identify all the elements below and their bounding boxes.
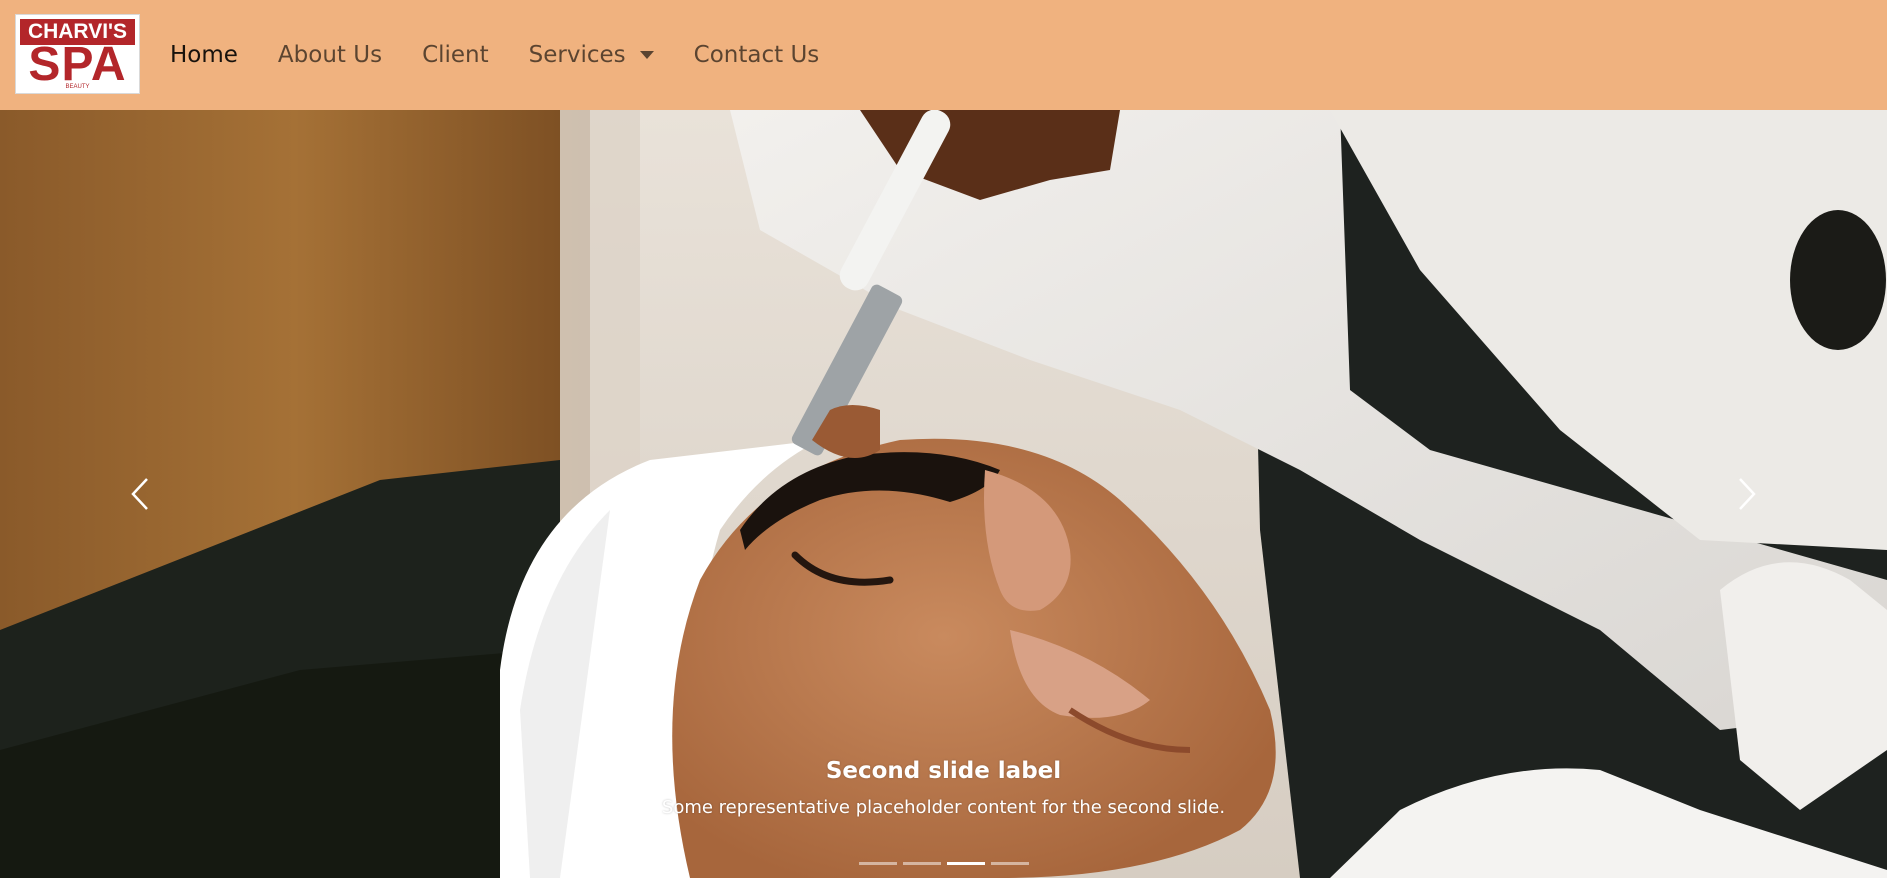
nav-about-label: About Us (277, 42, 383, 68)
logo-main-text: SPA (28, 38, 127, 91)
hero-carousel: Second slide label Some representative p… (0, 110, 1887, 878)
nav-client-label: Client (422, 42, 489, 68)
indicator-2[interactable] (902, 862, 941, 865)
carousel-indicators (0, 862, 1887, 865)
caret-down-icon (639, 51, 654, 59)
nav-client[interactable]: Client (422, 42, 489, 68)
slide-title: Second slide label (825, 758, 1062, 784)
chevron-left-icon (131, 478, 148, 510)
nav-contact-label: Contact Us (693, 42, 820, 68)
nav-about[interactable]: About Us (278, 42, 382, 68)
nav-services-dropdown[interactable]: Services (529, 42, 654, 68)
carousel-caption: Second slide label Some representative p… (0, 758, 1887, 818)
nav-home-label: Home (170, 42, 238, 68)
slide-text: Some representative placeholder content … (661, 797, 1226, 818)
navbar: CHARVI'S SPA BEAUTY Home About Us Client… (0, 0, 1887, 110)
nav-home[interactable]: Home (170, 42, 238, 68)
nav-contact[interactable]: Contact Us (694, 42, 820, 68)
indicator-4[interactable] (990, 862, 1029, 865)
brand-logo[interactable]: CHARVI'S SPA BEAUTY (15, 14, 140, 94)
nav-links: Home About Us Client Services Contact Us (170, 0, 859, 110)
indicator-3[interactable] (946, 862, 985, 865)
chevron-right-icon (1739, 478, 1756, 510)
nav-services-label: Services (528, 42, 626, 68)
logo-sub-text: BEAUTY (65, 84, 90, 90)
indicator-1[interactable] (858, 862, 897, 865)
